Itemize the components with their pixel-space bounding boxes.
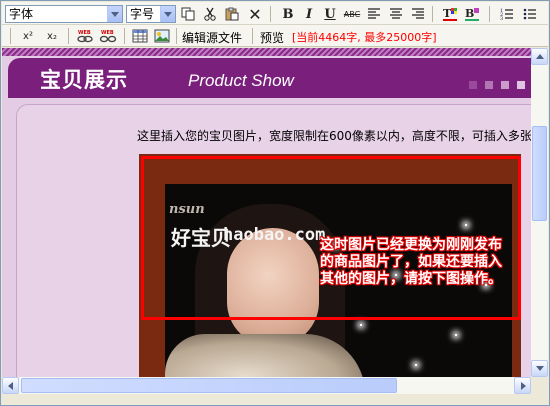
svg-text:WEB: WEB xyxy=(78,30,91,36)
align-center-icon xyxy=(390,8,402,19)
bold-label: B xyxy=(282,6,294,22)
superscript-label: x² xyxy=(23,30,33,42)
delete-button[interactable]: ✕ xyxy=(245,4,265,24)
edit-source-link[interactable]: 编辑源文件 xyxy=(182,29,242,46)
table-icon xyxy=(132,29,148,43)
superscript-button[interactable]: x² xyxy=(18,27,38,45)
copy-button[interactable] xyxy=(178,5,198,23)
remove-link-button[interactable]: WEB xyxy=(98,27,118,45)
underline-label: U xyxy=(324,6,336,22)
delete-icon: ✕ xyxy=(248,4,262,24)
cut-button[interactable] xyxy=(200,5,220,23)
svg-text:3: 3 xyxy=(500,16,503,21)
copy-icon xyxy=(181,7,195,21)
strikethrough-button[interactable]: ABC xyxy=(342,5,362,23)
decorative-square xyxy=(469,81,477,89)
toolbar-separator xyxy=(10,28,11,44)
decorative-stripe xyxy=(2,48,531,56)
paste-icon xyxy=(225,7,239,21)
background-color-icon: B xyxy=(465,7,479,21)
editor-content-area[interactable]: 宝贝展示 Product Show 这里插入您的宝贝图片，宽度限制在600像素以… xyxy=(2,48,531,377)
toolbar-separator xyxy=(270,6,271,22)
align-left-button[interactable] xyxy=(364,5,384,23)
insert-image-notice: 这里插入您的宝贝图片，宽度限制在600像素以内，高度不限，可插入多张 xyxy=(137,129,531,143)
font-family-select[interactable]: 字体 xyxy=(5,5,123,23)
instruction-annotation: 这时图片已经更换为刚刚发布的商品图片了，如果还要插入其他的图片，请按下图操作。 xyxy=(320,237,502,287)
chevron-down-icon[interactable] xyxy=(107,6,122,22)
paste-button[interactable] xyxy=(222,5,242,23)
sparkle xyxy=(360,324,362,326)
strikethrough-label: ABC xyxy=(343,9,361,19)
svg-text:B: B xyxy=(465,7,474,20)
scroll-right-button[interactable] xyxy=(514,377,531,394)
font-family-select-value: 字体 xyxy=(9,7,34,21)
align-left-icon xyxy=(368,8,380,19)
decorative-square xyxy=(501,81,509,89)
banner-title: 宝贝展示 xyxy=(40,68,128,92)
subscript-button[interactable]: x₂ xyxy=(42,27,62,45)
svg-text:T: T xyxy=(443,7,452,20)
toolbar-separator xyxy=(68,28,69,44)
horizontal-scroll-thumb[interactable] xyxy=(21,378,397,393)
product-show-banner: 宝贝展示 Product Show xyxy=(8,58,531,98)
toolbar-separator xyxy=(432,6,433,22)
chevron-down-icon[interactable] xyxy=(160,6,175,22)
link-icon: WEB xyxy=(77,30,93,43)
ordered-list-icon: 123 xyxy=(500,8,513,21)
text-color-button[interactable]: T xyxy=(440,5,460,23)
preview-link[interactable]: 预览 xyxy=(260,29,284,46)
sparkle xyxy=(415,364,417,366)
editor-frame: 字体 字号 ✕ B I U ABC T B 1 2 3 x² x₂ WEB WE… xyxy=(0,0,550,406)
toolbar-separator xyxy=(124,28,125,44)
decorative-square xyxy=(485,81,493,89)
toolbar-separator xyxy=(176,28,177,44)
decorative-square xyxy=(517,81,525,89)
bulleted-list-icon xyxy=(523,8,536,20)
scrollbar-corner xyxy=(531,377,548,394)
subscript-label: x₂ xyxy=(47,30,57,42)
background-color-button[interactable]: B xyxy=(462,5,482,23)
cut-icon xyxy=(204,7,216,21)
bulleted-list-button[interactable] xyxy=(520,5,540,23)
banner-subtitle: Product Show xyxy=(188,71,294,90)
scroll-down-button[interactable] xyxy=(531,360,548,377)
horizontal-scrollbar[interactable] xyxy=(2,377,531,394)
sparkle xyxy=(455,334,457,336)
vertical-scrollbar[interactable] xyxy=(531,48,548,377)
toolbar-separator xyxy=(489,6,490,22)
bold-button[interactable]: B xyxy=(278,5,298,23)
underline-button[interactable]: U xyxy=(320,5,340,23)
toolbar-separator xyxy=(252,28,253,44)
ordered-list-button[interactable]: 123 xyxy=(497,5,517,23)
svg-text:WEB: WEB xyxy=(101,30,114,36)
unlink-icon: WEB xyxy=(99,30,117,43)
toolbar-row-2: x² x₂ WEB WEB 编辑源文件 预览 [当前4464字, 最多25000… xyxy=(2,25,548,47)
italic-button[interactable]: I xyxy=(299,5,319,23)
scroll-left-button[interactable] xyxy=(2,377,19,394)
font-size-select[interactable]: 字号 xyxy=(126,5,176,23)
scroll-up-button[interactable] xyxy=(531,48,548,65)
italic-label: I xyxy=(305,6,313,22)
insert-link-button[interactable]: WEB xyxy=(75,27,95,45)
vertical-scroll-thumb[interactable] xyxy=(532,126,547,221)
align-right-icon xyxy=(412,8,424,19)
image-icon xyxy=(154,29,170,43)
align-center-button[interactable] xyxy=(386,5,406,23)
insert-image-button[interactable] xyxy=(152,27,172,45)
align-right-button[interactable] xyxy=(408,5,428,23)
text-color-icon: T xyxy=(443,7,457,21)
character-counter: [当前4464字, 最多25000字] xyxy=(292,31,437,44)
insert-table-button[interactable] xyxy=(130,27,150,45)
toolbar-row-1: 字体 字号 ✕ B I U ABC T B 1 2 3 xyxy=(2,2,548,25)
font-size-select-value: 字号 xyxy=(130,7,155,21)
